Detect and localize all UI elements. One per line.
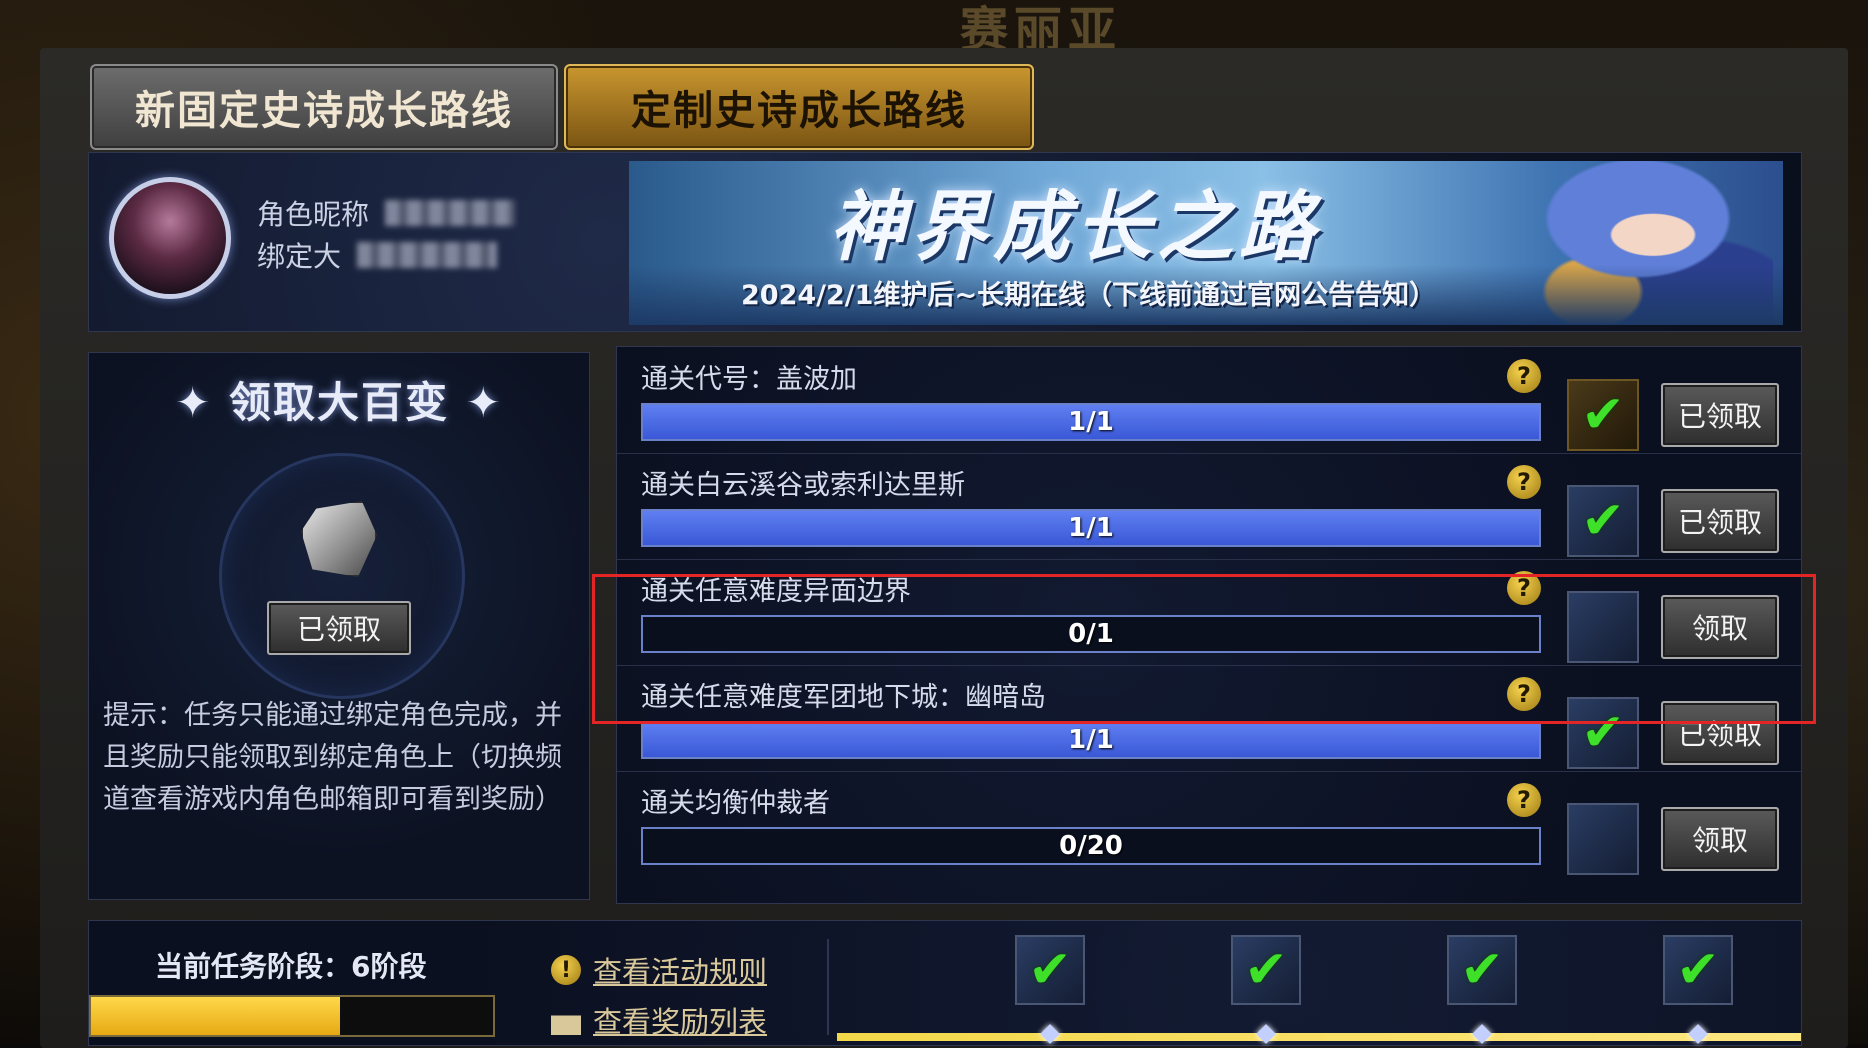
- rules-link-text[interactable]: 查看活动规则: [593, 949, 767, 991]
- rules-link[interactable]: ! 查看活动规则: [551, 949, 767, 991]
- help-icon[interactable]: ?: [1507, 465, 1541, 499]
- check-icon: ✔: [1581, 385, 1625, 445]
- check-icon: ✔: [1244, 940, 1288, 1000]
- stage-progress-fill: [91, 997, 341, 1035]
- claim-button[interactable]: 已领取: [1661, 383, 1779, 447]
- quest-progress-text: 1/1: [1068, 513, 1114, 543]
- banner-title: 神界成长之路: [829, 182, 1321, 271]
- tab-fixed-route[interactable]: 新固定史诗成长路线: [90, 64, 558, 150]
- quest-row: 通关白云溪谷或索利达里斯 ? 1/1 ✔ 已领取: [617, 453, 1801, 560]
- bind-blurred: [357, 242, 498, 268]
- bind-row: 绑定大: [257, 235, 498, 275]
- tip-text: 提示：任务只能通过绑定角色完成，并且奖励只能领取到绑定角色上（切换频道查看游戏内…: [103, 700, 562, 815]
- stage-track: [837, 1033, 1801, 1041]
- help-icon[interactable]: ?: [1507, 783, 1541, 817]
- divider: [827, 939, 829, 1035]
- profile-header: 角色昵称 绑定大 神界成长之路 2024/2/1维护后~长期在线（下线前通过官网…: [88, 152, 1802, 332]
- quest-progress-text: 0/20: [1059, 831, 1123, 861]
- nickname-label: 角色昵称: [257, 198, 370, 231]
- check-icon: ✔: [1581, 491, 1625, 551]
- showcase-claimed-button[interactable]: 已领取: [267, 601, 411, 655]
- quest-label: 通关均衡仲裁者: [641, 788, 830, 819]
- stage-progress-bar: [89, 995, 495, 1037]
- quest-row: 通关代号：盖波加 ? 1/1 ✔ 已领取: [617, 347, 1801, 454]
- quest-progress-bar: 1/1: [641, 403, 1541, 441]
- event-banner: 神界成长之路 2024/2/1维护后~长期在线（下线前通过官网公告告知）: [629, 161, 1783, 325]
- quest-progress-text: 1/1: [1068, 407, 1114, 437]
- banner-subtitle: 2024/2/1维护后~长期在线（下线前通过官网公告告知）: [741, 280, 1437, 311]
- quest-progress-bar: 0/20: [641, 827, 1541, 865]
- nickname-row: 角色昵称: [257, 193, 516, 233]
- claim-button[interactable]: 领取: [1661, 807, 1779, 871]
- reward-item-icon[interactable]: ✔: [1567, 379, 1639, 451]
- stage-reward-icon[interactable]: ✔: [1447, 935, 1517, 1005]
- check-icon: ✔: [1676, 940, 1720, 1000]
- quest-row: 通关均衡仲裁者 ? 0/20 领取: [617, 771, 1801, 877]
- exclamation-icon: !: [551, 955, 581, 985]
- quest-label: 通关白云溪谷或索利达里斯: [641, 470, 965, 501]
- avatar: [109, 177, 231, 299]
- bind-label: 绑定大: [257, 240, 342, 273]
- gift-icon: [551, 1015, 581, 1035]
- showcase-circle: [219, 453, 465, 699]
- stage-reward-icon[interactable]: ✔: [1015, 935, 1085, 1005]
- check-icon: ✔: [1460, 940, 1504, 1000]
- stage-reward-icon[interactable]: ✔: [1231, 935, 1301, 1005]
- quest-progress-text: 1/1: [1068, 725, 1114, 755]
- stage-label: 当前任务阶段：6阶段: [155, 950, 427, 983]
- stage-reward-icon[interactable]: ✔: [1663, 935, 1733, 1005]
- rewards-link[interactable]: 查看奖励列表: [551, 999, 767, 1041]
- reward-showcase: ✦ 领取大百变 ✦ 已领取 提示：任务只能通过绑定角色完成，并且奖励只能领取到绑…: [88, 352, 590, 900]
- quest-progress-bar: 1/1: [641, 721, 1541, 759]
- reward-item-icon[interactable]: [1567, 803, 1639, 875]
- quest-label: 通关代号：盖波加: [641, 364, 857, 395]
- help-icon[interactable]: ?: [1507, 359, 1541, 393]
- reward-item-icon[interactable]: ✔: [1567, 485, 1639, 557]
- check-icon: ✔: [1028, 940, 1072, 1000]
- showcase-title: ✦ 领取大百变 ✦: [175, 378, 503, 427]
- nickname-blurred: [385, 200, 516, 226]
- stage-bar-section: 当前任务阶段：6阶段 ! 查看活动规则 查看奖励列表 ✔ ✔ ✔ ✔: [88, 920, 1802, 1046]
- tab-custom-route[interactable]: 定制史诗成长路线: [564, 64, 1034, 150]
- rewards-link-text[interactable]: 查看奖励列表: [593, 999, 767, 1041]
- quest-progress-bar: 1/1: [641, 509, 1541, 547]
- claim-button[interactable]: 已领取: [1661, 489, 1779, 553]
- highlight-box: [592, 574, 1816, 724]
